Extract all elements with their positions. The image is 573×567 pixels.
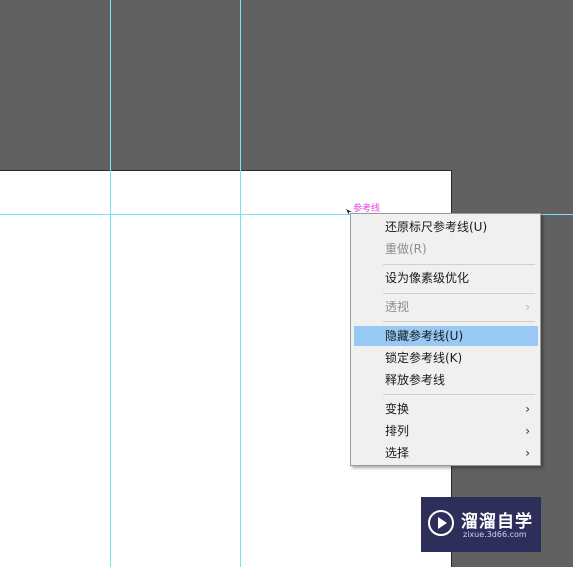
menu-item-arrange[interactable]: 排列 ›: [354, 421, 538, 441]
menu-item-hide-guides[interactable]: 隐藏参考线(U): [354, 326, 538, 346]
chevron-right-icon: ›: [525, 300, 530, 314]
chevron-right-icon: ›: [525, 446, 530, 460]
menu-separator: [383, 321, 535, 322]
menu-item-label: 选择: [385, 446, 410, 460]
menu-item-lock-guides[interactable]: 锁定参考线(K): [354, 348, 538, 368]
menu-item-label: 重做(R): [385, 242, 427, 256]
menu-item-redo: 重做(R): [354, 239, 538, 259]
menu-item-select[interactable]: 选择 ›: [354, 443, 538, 463]
menu-item-label: 设为像素级优化: [385, 271, 470, 285]
menu-item-transform[interactable]: 变换 ›: [354, 399, 538, 419]
chevron-right-icon: ›: [525, 424, 530, 438]
menu-item-pixel-perfect[interactable]: 设为像素级优化: [354, 268, 538, 288]
play-icon: [428, 510, 454, 536]
menu-item-label: 透视: [385, 300, 410, 314]
vertical-guide[interactable]: [110, 0, 111, 567]
watermark-title: 溜溜自学: [461, 512, 533, 532]
menu-item-release-guides[interactable]: 释放参考线: [354, 370, 538, 390]
menu-item-label: 释放参考线: [385, 373, 446, 387]
chevron-right-icon: ›: [525, 402, 530, 416]
menu-item-label: 还原标尺参考线(U): [385, 220, 488, 234]
menu-separator: [383, 293, 535, 294]
menu-separator: [383, 394, 535, 395]
vertical-guide[interactable]: [240, 0, 241, 567]
watermark: 溜溜自学 zixue.3d66.com: [421, 497, 541, 552]
context-menu: 还原标尺参考线(U) 重做(R) 设为像素级优化 透视 › 隐藏参考线(U) 锁…: [350, 213, 541, 466]
watermark-url: zixue.3d66.com: [463, 530, 527, 539]
menu-item-label: 排列: [385, 424, 410, 438]
menu-item-perspective: 透视 ›: [354, 297, 538, 317]
menu-item-restore-guides[interactable]: 还原标尺参考线(U): [354, 217, 538, 237]
menu-separator: [383, 264, 535, 265]
menu-item-label: 变换: [385, 402, 410, 416]
menu-item-label: 锁定参考线(K): [385, 351, 463, 365]
menu-item-label: 隐藏参考线(U): [385, 329, 464, 343]
